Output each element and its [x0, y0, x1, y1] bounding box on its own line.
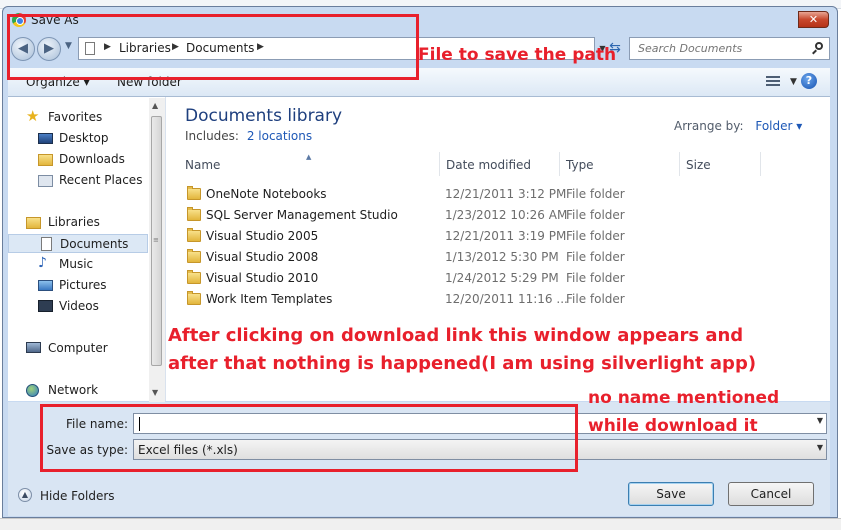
recent-places-icon	[38, 175, 53, 187]
file-type: File folder	[566, 250, 625, 264]
table-row[interactable]: Work Item Templates 12/20/2011 11:16 ...…	[183, 289, 823, 310]
annotation-name-note-line2: while download it	[588, 416, 758, 436]
sidebar-item-music[interactable]: ♪ Music	[8, 255, 148, 274]
file-date: 12/21/2011 3:12 PM	[445, 187, 567, 201]
file-date: 1/23/2012 10:26 AM	[445, 208, 568, 222]
search-icon[interactable]	[815, 42, 823, 50]
column-divider[interactable]	[439, 152, 440, 176]
folder-icon	[187, 291, 201, 305]
table-row[interactable]: Visual Studio 2010 1/24/2012 5:29 PM Fil…	[183, 268, 823, 289]
sidebar-item-libraries[interactable]: Libraries	[8, 213, 148, 232]
column-header-size[interactable]: Size	[686, 158, 711, 184]
annotation-main-note-line1: After clicking on download link this win…	[168, 325, 744, 346]
star-icon: ★	[26, 107, 40, 125]
save-button[interactable]: Save	[628, 482, 714, 506]
sort-ascending-icon: ▲	[306, 153, 312, 161]
sidebar-item-desktop[interactable]: Desktop	[8, 129, 148, 148]
music-icon: ♪	[38, 255, 47, 271]
column-divider[interactable]	[679, 152, 680, 176]
chevron-up-icon: ▲	[18, 488, 32, 502]
file-name: OneNote Notebooks	[206, 187, 327, 201]
videos-icon	[38, 300, 53, 312]
arrange-by: Arrange by: Folder ▾	[674, 119, 802, 133]
save-type-dropdown-icon[interactable]: ▼	[817, 443, 823, 452]
sidebar-item-downloads[interactable]: Downloads	[8, 150, 148, 169]
file-name: Visual Studio 2010	[206, 271, 319, 285]
file-name: Work Item Templates	[206, 292, 333, 306]
file-name: Visual Studio 2008	[206, 250, 319, 264]
sidebar-item-computer[interactable]: Computer	[8, 339, 148, 358]
file-date: 1/24/2012 5:29 PM	[445, 271, 559, 285]
file-date: 1/13/2012 5:30 PM	[445, 250, 559, 264]
table-row[interactable]: SQL Server Management Studio 1/23/2012 1…	[183, 205, 823, 226]
file-type: File folder	[566, 208, 625, 222]
folder-icon	[187, 249, 201, 263]
pictures-icon	[38, 280, 53, 291]
table-row[interactable]: Visual Studio 2008 1/13/2012 5:30 PM Fil…	[183, 247, 823, 268]
folder-icon	[187, 186, 201, 200]
file-name: Visual Studio 2005	[206, 229, 319, 243]
scroll-down-icon[interactable]: ▼	[152, 388, 158, 397]
annotation-name-note-line1: no name mentioned	[588, 388, 780, 408]
arrange-by-dropdown[interactable]: Folder ▾	[755, 119, 802, 133]
scroll-up-icon[interactable]: ▲	[152, 101, 158, 110]
documents-icon	[41, 237, 52, 251]
file-date: 12/20/2011 11:16 ...	[445, 292, 568, 306]
library-includes: Includes: 2 locations	[185, 129, 312, 143]
view-dropdown-icon[interactable]: ▼	[790, 77, 797, 87]
scrollbar-grip-icon: ≡	[153, 236, 159, 244]
cancel-button[interactable]: Cancel	[728, 482, 814, 506]
file-type: File folder	[566, 271, 625, 285]
search-box[interactable]	[629, 37, 830, 60]
file-type: File folder	[566, 229, 625, 243]
column-header-date-modified[interactable]: Date modified	[446, 158, 531, 184]
computer-icon	[26, 342, 41, 353]
arrange-by-label: Arrange by:	[674, 119, 744, 133]
annotation-main-note-line2: after that nothing is happened(I am usin…	[168, 353, 757, 374]
desktop-icon	[38, 133, 53, 144]
annotation-path-note: File to save the path	[418, 45, 617, 65]
library-title: Documents library	[185, 106, 343, 126]
folder-icon	[187, 270, 201, 284]
file-name-dropdown-icon[interactable]: ▼	[817, 416, 823, 425]
help-icon[interactable]: ?	[801, 73, 817, 89]
file-type: File folder	[566, 292, 625, 306]
sidebar-item-videos[interactable]: Videos	[8, 297, 148, 316]
sidebar-item-documents[interactable]: Documents	[8, 234, 148, 253]
includes-label: Includes:	[185, 129, 239, 143]
sidebar-item-recent-places[interactable]: Recent Places	[8, 171, 148, 190]
change-view-icon[interactable]	[766, 76, 780, 88]
sidebar-item-favorites[interactable]: ★ Favorites	[8, 107, 148, 127]
annotation-box-path	[7, 14, 419, 80]
column-header-type[interactable]: Type	[566, 158, 594, 184]
locations-link[interactable]: 2 locations	[247, 129, 312, 143]
column-divider[interactable]	[559, 152, 560, 176]
close-button[interactable]: ✕	[798, 11, 829, 28]
navigation-pane: ★ Favorites Desktop Downloads Recent Pla…	[8, 97, 166, 401]
navigation-scrollbar[interactable]: ▲ ≡ ▼	[149, 98, 165, 402]
file-date: 12/21/2011 3:19 PM	[445, 229, 567, 243]
file-type: File folder	[566, 187, 625, 201]
downloads-folder-icon	[38, 154, 53, 166]
background-taskbar-strip	[0, 518, 841, 530]
search-input[interactable]	[636, 41, 800, 56]
network-globe-icon	[26, 384, 39, 397]
sidebar-item-network[interactable]: Network	[8, 381, 148, 400]
column-header-name[interactable]: Name	[185, 158, 220, 184]
table-row[interactable]: OneNote Notebooks 12/21/2011 3:12 PM Fil…	[183, 184, 823, 205]
sidebar-item-pictures[interactable]: Pictures	[8, 276, 148, 295]
libraries-icon	[26, 217, 41, 229]
column-divider[interactable]	[760, 152, 761, 176]
file-name: SQL Server Management Studio	[206, 208, 398, 222]
annotation-box-form	[40, 404, 578, 472]
folder-icon	[187, 207, 201, 221]
folder-icon	[187, 228, 201, 242]
table-row[interactable]: Visual Studio 2005 12/21/2011 3:19 PM Fi…	[183, 226, 823, 247]
